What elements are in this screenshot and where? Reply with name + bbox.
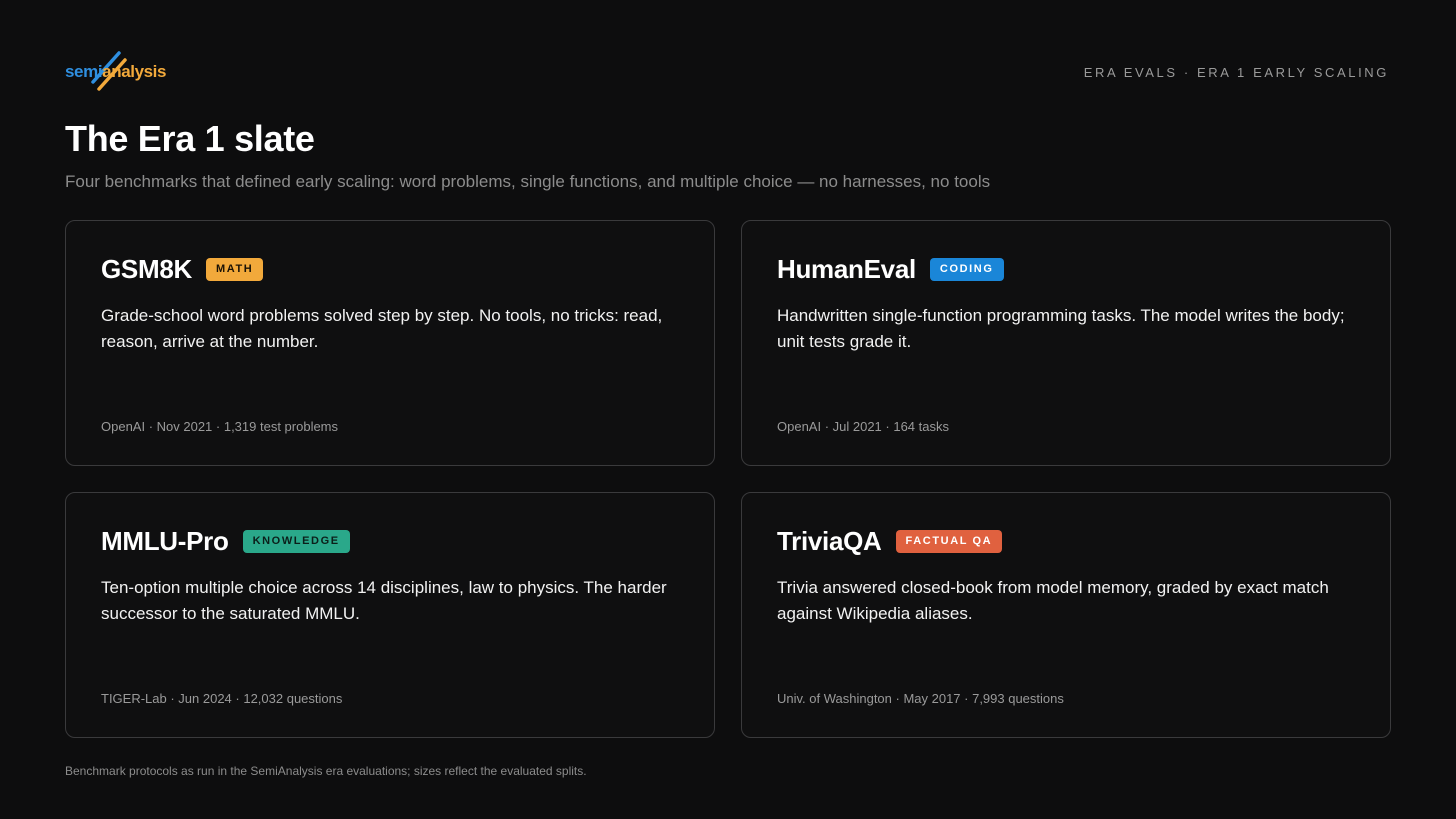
benchmark-name: MMLU-Pro <box>101 526 229 556</box>
semianalysis-logo: semianalysis <box>65 50 175 94</box>
benchmark-name: TriviaQA <box>777 526 882 556</box>
category-badge: KNOWLEDGE <box>242 530 350 553</box>
logo-semi: semi <box>65 62 103 81</box>
category-badge: FACTUAL QA <box>895 530 1003 553</box>
page-title: The Era 1 slate <box>65 118 315 159</box>
benchmark-meta: OpenAI · Nov 2021 · 1,319 test problems <box>101 419 339 434</box>
category-badge: CODING <box>929 258 1004 281</box>
card-header: GSM8K MATH <box>101 254 264 285</box>
benchmark-grid: GSM8K MATH Grade-school word problems so… <box>65 220 1391 738</box>
benchmark-name: HumanEval <box>777 254 916 284</box>
logo-wordmark: semianalysis <box>65 62 166 82</box>
benchmark-description: Trivia answered closed-book from model m… <box>777 578 1329 623</box>
header-tag: ERA EVALS · ERA 1 EARLY SCALING <box>1083 65 1389 80</box>
benchmark-card-gsm8k: GSM8K MATH Grade-school word problems so… <box>65 220 715 466</box>
benchmark-meta: TIGER-Lab · Jun 2024 · 12,032 questions <box>101 691 343 706</box>
benchmark-meta: Univ. of Washington · May 2017 · 7,993 q… <box>777 691 1064 706</box>
benchmark-meta: OpenAI · Jul 2021 · 164 tasks <box>777 419 949 434</box>
benchmark-card-mmlu-pro: MMLU-Pro KNOWLEDGE Ten-option multiple c… <box>65 492 715 738</box>
category-badge: MATH <box>205 258 264 281</box>
page: semianalysis ERA EVALS · ERA 1 EARLY SCA… <box>0 0 1456 819</box>
footnote: Benchmark protocols as run in the SemiAn… <box>65 764 587 778</box>
benchmark-description: Ten-option multiple choice across 14 dis… <box>101 578 667 623</box>
page-subtitle: Four benchmarks that defined early scali… <box>65 172 991 191</box>
benchmark-description: Grade-school word problems solved step b… <box>101 306 663 351</box>
benchmark-name: GSM8K <box>101 254 192 284</box>
logo-analysis: analysis <box>102 62 167 81</box>
card-header: HumanEval CODING <box>777 254 1004 285</box>
card-header: MMLU-Pro KNOWLEDGE <box>101 526 350 557</box>
benchmark-card-humaneval: HumanEval CODING Handwritten single-func… <box>741 220 1391 466</box>
card-header: TriviaQA FACTUAL QA <box>777 526 1003 557</box>
benchmark-description: Handwritten single-function programming … <box>777 306 1345 351</box>
benchmark-card-triviaqa: TriviaQA FACTUAL QA Trivia answered clos… <box>741 492 1391 738</box>
